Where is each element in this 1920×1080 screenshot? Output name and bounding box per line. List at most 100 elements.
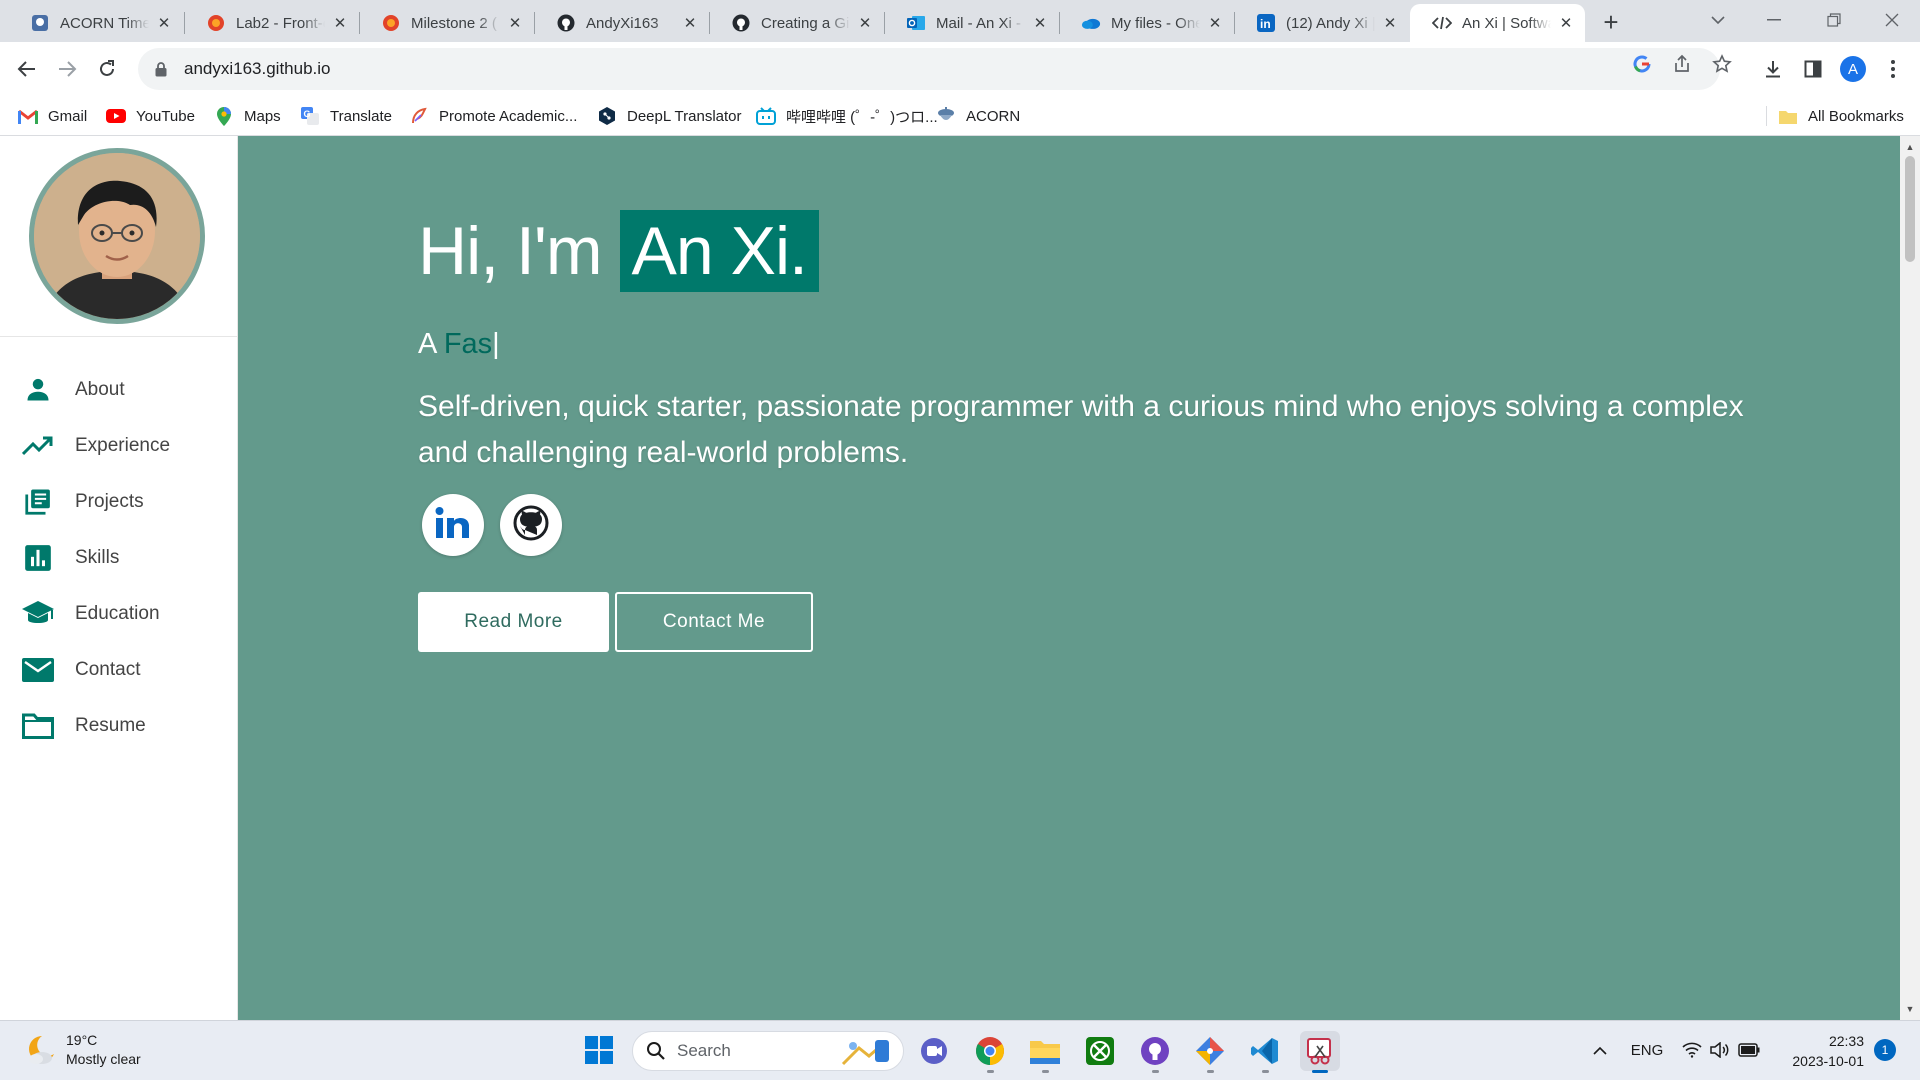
close-icon[interactable]: ✕: [1557, 14, 1575, 32]
sidebar: About Experience Projects Skills Educati…: [0, 136, 238, 1020]
trending-up-icon: [20, 428, 56, 464]
profile-photo: [29, 148, 205, 324]
input-language[interactable]: ENG: [1622, 1035, 1672, 1065]
tab-search-icon[interactable]: [1690, 0, 1746, 40]
xbox-app-icon[interactable]: [1080, 1031, 1120, 1071]
bookmark-deepl[interactable]: DeepL Translator: [597, 104, 742, 128]
sidebar-item-contact[interactable]: Contact: [0, 648, 238, 692]
close-icon[interactable]: ✕: [1381, 14, 1399, 32]
all-bookmarks[interactable]: All Bookmarks: [1778, 104, 1904, 128]
meet-app-icon[interactable]: [914, 1031, 954, 1071]
tab-acorn[interactable]: ACORN Timetable ✕: [8, 4, 183, 42]
minimize-icon[interactable]: [1746, 0, 1802, 40]
snipping-tool-icon[interactable]: [1300, 1031, 1340, 1073]
page-scrollbar[interactable]: ▲ ▼: [1900, 136, 1920, 1020]
bookmark-star-icon[interactable]: [1710, 52, 1734, 76]
bookmark-maps[interactable]: Maps: [214, 104, 281, 128]
menu-kebab-icon[interactable]: [1880, 56, 1906, 82]
tab-andyxi163[interactable]: AndyXi163 ✕: [534, 4, 709, 42]
forward-button[interactable]: [50, 52, 84, 86]
sidebar-item-education[interactable]: Education: [0, 592, 238, 636]
scroll-up-arrow-icon[interactable]: ▲: [1900, 138, 1920, 156]
subtitle-prefix: A: [418, 328, 436, 360]
system-clock[interactable]: 22:33 2023-10-01: [1770, 1031, 1864, 1071]
google-lens-icon[interactable]: [1630, 52, 1654, 76]
github-desktop-icon[interactable]: [1135, 1031, 1175, 1073]
tab-linkedin[interactable]: in (12) Andy Xi | LinkedIn ✕: [1234, 4, 1409, 42]
tab-milestone2[interactable]: Milestone 2 ( ✕: [359, 4, 534, 42]
new-tab-button[interactable]: +: [1597, 7, 1625, 37]
tab-creating-github[interactable]: Creating a GitHub ✕: [709, 4, 884, 42]
web-page: About Experience Projects Skills Educati…: [0, 136, 1920, 1020]
tab-title: Milestone 2 (: [411, 14, 497, 32]
search-highlight-icon: [839, 1036, 895, 1073]
volume-icon[interactable]: [1708, 1035, 1732, 1065]
profile-avatar[interactable]: A: [1840, 56, 1866, 82]
read-more-button[interactable]: Read More: [418, 592, 609, 652]
github-link[interactable]: [500, 494, 562, 556]
close-icon[interactable]: ✕: [1031, 14, 1049, 32]
back-button[interactable]: [10, 52, 44, 86]
close-icon[interactable]: ✕: [155, 14, 173, 32]
share-icon[interactable]: [1670, 52, 1694, 76]
sidebar-item-skills[interactable]: Skills: [0, 536, 238, 580]
close-icon[interactable]: ✕: [506, 14, 524, 32]
bookmark-bilibili[interactable]: 哔哩哔哩 (゜-゜)つロ...: [756, 104, 938, 128]
sidebar-item-resume[interactable]: Resume: [0, 704, 238, 748]
reload-button[interactable]: [90, 52, 124, 86]
bookmark-promote-academic[interactable]: Promote Academic...: [409, 104, 577, 128]
windows-start-icon[interactable]: [584, 1035, 614, 1065]
tab-onedrive[interactable]: My files - OneDrive ✕: [1059, 4, 1234, 42]
running-indicator: [1312, 1070, 1328, 1073]
sidebar-item-about[interactable]: About: [0, 368, 238, 412]
close-icon[interactable]: ✕: [681, 14, 699, 32]
bookmark-label: Promote Academic...: [439, 107, 578, 125]
battery-icon[interactable]: [1736, 1035, 1762, 1065]
scrollbar-thumb[interactable]: [1905, 156, 1915, 262]
close-window-icon[interactable]: [1864, 0, 1920, 40]
bookmark-gmail[interactable]: Gmail: [18, 104, 87, 128]
sidebar-item-label: Resume: [75, 715, 146, 736]
sidebar-item-experience[interactable]: Experience: [0, 424, 238, 468]
vscode-app-icon[interactable]: [1245, 1031, 1285, 1073]
folder-icon: [20, 708, 56, 744]
bookmark-translate[interactable]: G Translate: [300, 104, 392, 128]
address-bar[interactable]: andyxi163.github.io: [138, 48, 1720, 90]
close-icon[interactable]: ✕: [331, 14, 349, 32]
side-panel-icon[interactable]: [1800, 56, 1826, 82]
sidebar-item-label: Education: [75, 603, 160, 624]
bookmark-acorn[interactable]: ACORN: [936, 104, 1020, 128]
scroll-down-arrow-icon[interactable]: ▼: [1900, 1000, 1920, 1018]
gitlab-icon: [381, 13, 401, 33]
taskbar-search[interactable]: Search: [632, 1031, 904, 1071]
show-hidden-icons-chevron-icon[interactable]: [1588, 1035, 1612, 1065]
search-icon: [645, 1040, 667, 1062]
download-icon[interactable]: [1760, 56, 1786, 82]
bookmark-youtube[interactable]: YouTube: [106, 104, 195, 128]
linkedin-link[interactable]: [422, 494, 484, 556]
greeting-text: Hi, I'm: [418, 213, 603, 289]
sidebar-item-projects[interactable]: Projects: [0, 480, 238, 524]
close-icon[interactable]: ✕: [1206, 14, 1224, 32]
tab-title: Creating a GitHub: [761, 14, 850, 32]
contact-me-button[interactable]: Contact Me: [615, 592, 813, 652]
code-icon: [1432, 13, 1452, 33]
sourcetree-app-icon[interactable]: [1190, 1031, 1230, 1073]
lock-icon[interactable]: [152, 60, 170, 78]
sidebar-item-label: About: [75, 379, 125, 400]
running-indicator: [1207, 1070, 1214, 1073]
bookmark-label: 哔哩哔哩 (゜-゜)つロ...: [786, 108, 938, 126]
notification-badge[interactable]: 1: [1874, 1039, 1896, 1061]
maps-icon: [214, 106, 234, 126]
tab-an-xi-software[interactable]: An Xi | Software ✕: [1410, 4, 1585, 42]
chrome-app-icon[interactable]: [970, 1031, 1010, 1073]
weather-widget[interactable]: 19°C Mostly clear: [22, 1031, 141, 1069]
url-text[interactable]: andyxi163.github.io: [184, 59, 331, 79]
wifi-icon[interactable]: [1680, 1035, 1704, 1065]
file-explorer-icon[interactable]: [1025, 1031, 1065, 1073]
tab-outlook[interactable]: Mail - An Xi - Outlook ✕: [884, 4, 1059, 42]
close-icon[interactable]: ✕: [856, 14, 874, 32]
acorn-icon: [936, 107, 956, 125]
restore-icon[interactable]: [1806, 0, 1862, 40]
tab-lab2[interactable]: Lab2 - Front-end ✕: [184, 4, 359, 42]
